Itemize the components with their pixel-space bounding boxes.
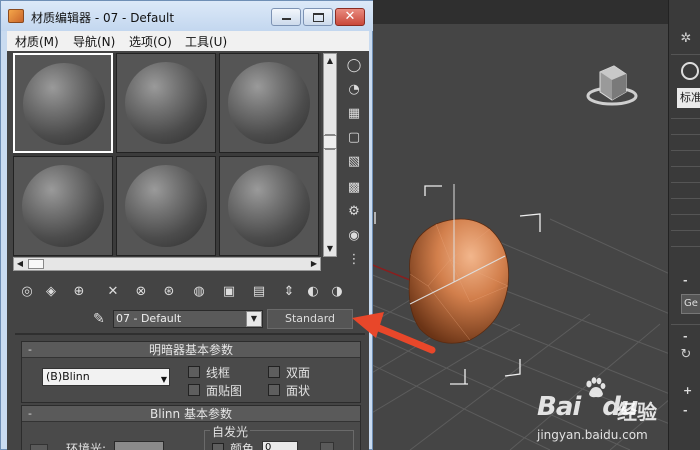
baidu-jingyan-watermark: Bai du 经验 jingyan.baidu.com xyxy=(525,372,665,442)
screen: ✲ 标准 - Ge - ↻ + - 材质编辑器 - 07 - Default ✕… xyxy=(0,0,700,450)
watermark-url: jingyan.baidu.com xyxy=(537,428,648,442)
pointer-arrow-icon xyxy=(352,312,436,354)
watermark-bai-text: Bai xyxy=(537,392,581,422)
watermark-jingyan-text: 经验 xyxy=(617,400,657,424)
